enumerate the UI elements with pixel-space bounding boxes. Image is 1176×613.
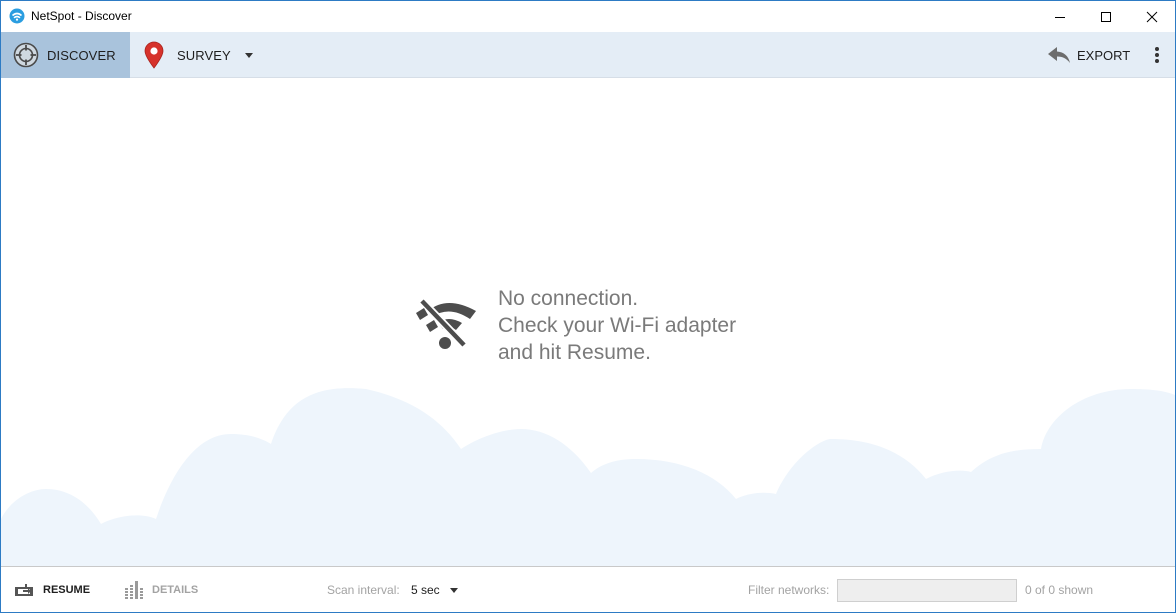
export-label: EXPORT bbox=[1077, 47, 1131, 63]
caret-down-icon bbox=[245, 52, 253, 58]
filter-networks-label: Filter networks: bbox=[748, 583, 830, 597]
caret-down-icon bbox=[450, 587, 458, 593]
minimize-icon bbox=[1055, 16, 1065, 18]
minimize-button[interactable] bbox=[1037, 1, 1083, 32]
main-toolbar: DISCOVER SURVEY EXPORT bbox=[1, 32, 1175, 78]
message-line: Check your Wi-Fi adapter bbox=[498, 314, 737, 337]
maximize-icon bbox=[1101, 11, 1111, 22]
more-options-button[interactable] bbox=[1147, 44, 1167, 66]
tab-discover-label: DISCOVER bbox=[47, 47, 116, 63]
message-line: and hit Resume. bbox=[498, 341, 651, 364]
scan-interval-label: Scan interval: bbox=[327, 583, 400, 597]
reply-arrow-icon bbox=[1048, 47, 1070, 63]
no-connection-message: No connection. Check your Wi-Fi adapter … bbox=[414, 285, 736, 366]
wifi-off-icon bbox=[416, 298, 476, 349]
tab-survey-label: SURVEY bbox=[177, 47, 231, 63]
netspot-logo-icon bbox=[9, 8, 25, 24]
scan-interval-dropdown-button[interactable] bbox=[447, 583, 461, 597]
filter-networks-input[interactable] bbox=[837, 579, 1017, 602]
map-pin-icon bbox=[144, 41, 164, 69]
maximize-button[interactable] bbox=[1083, 1, 1129, 32]
export-button[interactable]: EXPORT bbox=[1047, 32, 1130, 78]
close-button[interactable] bbox=[1129, 1, 1175, 32]
resume-icon bbox=[15, 584, 33, 596]
bar-chart-icon bbox=[125, 581, 143, 599]
title-bar: NetSpot - Discover bbox=[1, 1, 1175, 32]
vertical-dots-icon bbox=[1155, 47, 1159, 63]
details-label: DETAILS bbox=[152, 584, 199, 596]
window-title: NetSpot - Discover bbox=[31, 9, 132, 23]
scan-interval-select[interactable]: 5 sec bbox=[411, 583, 440, 597]
networks-shown-count: 0 of 0 shown bbox=[1025, 583, 1094, 597]
discover-content-area: No connection. Check your Wi-Fi adapter … bbox=[1, 79, 1175, 566]
crosshair-icon bbox=[13, 42, 39, 68]
close-icon bbox=[1146, 11, 1158, 22]
app-window: NetSpot - Discover DISCOVER SURVEY EXPOR… bbox=[0, 0, 1176, 613]
tab-discover[interactable]: DISCOVER bbox=[1, 32, 130, 78]
status-footer: RESUME DETAILS Scan interval: 5 sec Filt… bbox=[1, 566, 1175, 612]
resume-button[interactable]: RESUME bbox=[15, 567, 90, 613]
survey-dropdown-button[interactable] bbox=[239, 46, 259, 64]
no-connection-text: No connection. Check your Wi-Fi adapter … bbox=[498, 285, 736, 366]
message-line: No connection. bbox=[498, 287, 639, 310]
resume-label: RESUME bbox=[43, 584, 91, 596]
details-button[interactable]: DETAILS bbox=[124, 567, 198, 613]
